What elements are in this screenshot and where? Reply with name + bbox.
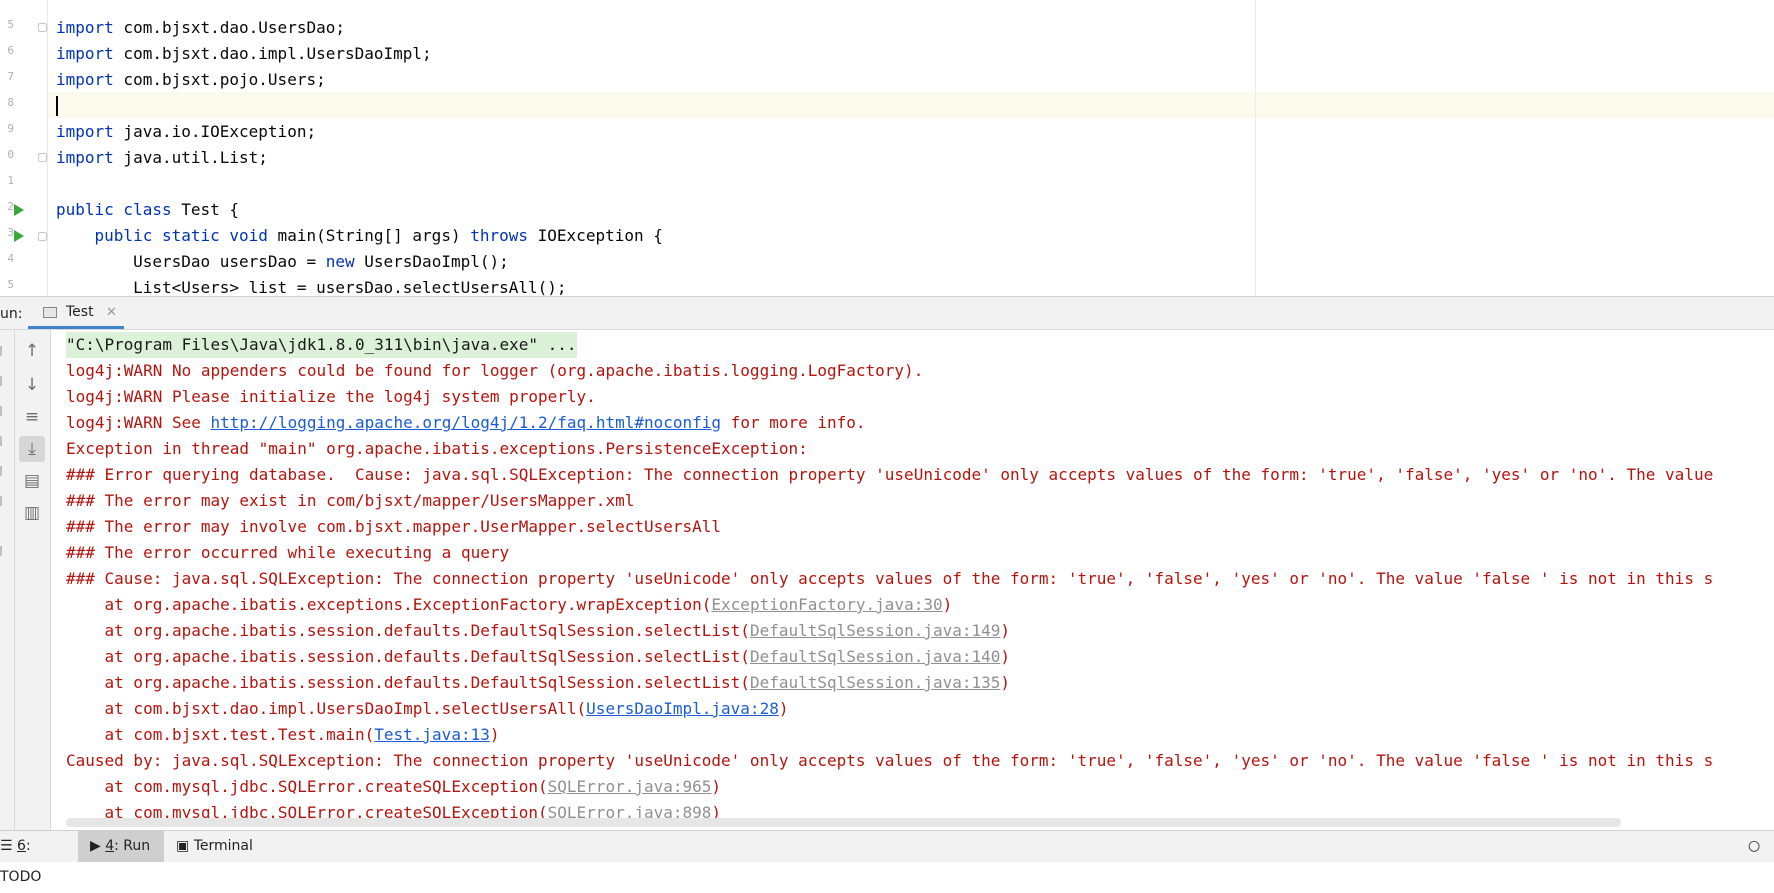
code-line: import com.bjsxt.dao.impl.UsersDaoImpl; <box>56 44 432 63</box>
line-number: 7 <box>7 70 14 83</box>
code-line: import java.util.List; <box>56 148 268 167</box>
fold-icon[interactable] <box>38 23 47 32</box>
console-line: log4j:WARN No appenders could be found f… <box>66 361 924 380</box>
run-tool-button[interactable]: ▶ 4: Run <box>78 831 164 862</box>
console-line: ### The error occurred while executing a… <box>66 543 510 562</box>
console-line: ### Error querying database. Cause: java… <box>66 465 1714 484</box>
console-tab-icon <box>43 307 57 318</box>
code-editor[interactable]: 5 6 7 8 9 0 1 2 3 4 5 import com.bjsxt.d… <box>0 0 1774 296</box>
stack-trace-line: at org.apache.ibatis.exceptions.Exceptio… <box>66 595 953 614</box>
code-line: public class Test { <box>56 200 240 219</box>
todo-tool-button[interactable]: ☰ 6: TODO <box>0 831 74 885</box>
line-number: 5 <box>7 278 14 291</box>
console-command-line: "C:\Program Files\Java\jdk1.8.0_311\bin\… <box>66 332 577 358</box>
source-link[interactable]: DefaultSqlSession.java:149 <box>750 621 1000 640</box>
editor-gutter: 5 6 7 8 9 0 1 2 3 4 5 <box>0 0 48 296</box>
run-gutter-icon[interactable] <box>14 230 24 242</box>
run-panel-header: un: Test ✕ <box>0 296 1774 330</box>
strip-marker <box>0 436 10 446</box>
console-line: log4j:WARN Please initialize the log4j s… <box>66 387 596 406</box>
source-link[interactable]: UsersDaoImpl.java:28 <box>586 699 779 718</box>
terminal-icon: ▣ <box>176 838 194 854</box>
console-output[interactable]: "C:\Program Files\Java\jdk1.8.0_311\bin\… <box>51 330 1774 830</box>
terminal-tool-button[interactable]: ▣ Terminal <box>176 831 286 862</box>
text-caret <box>56 96 58 116</box>
code-line: public static void main(String[] args) t… <box>94 226 663 245</box>
console-line: ### The error may exist in com/bjsxt/map… <box>66 491 635 510</box>
up-arrow-icon[interactable]: ↑ <box>19 338 45 364</box>
strip-marker <box>0 376 10 386</box>
left-tool-strip <box>0 330 15 830</box>
stack-trace-line: at org.apache.ibatis.session.defaults.De… <box>66 647 1011 666</box>
print-icon[interactable]: ▤ <box>19 468 45 494</box>
code-line: import com.bjsxt.pojo.Users; <box>56 70 326 89</box>
strip-marker <box>0 406 10 416</box>
code-line: import com.bjsxt.dao.UsersDao; <box>56 18 345 37</box>
play-icon: ▶ <box>90 838 106 854</box>
line-number: 0 <box>7 148 14 161</box>
source-link[interactable]: ExceptionFactory.java:30 <box>711 595 942 614</box>
horizontal-scrollbar[interactable] <box>66 818 1621 827</box>
tab-label: Test <box>66 304 94 320</box>
stack-trace-line: at com.bjsxt.test.Test.main(Test.java:13… <box>66 725 500 744</box>
line-number: 9 <box>7 122 14 135</box>
stack-trace-line: at org.apache.ibatis.session.defaults.De… <box>66 673 1011 692</box>
fold-icon[interactable] <box>38 153 47 162</box>
stack-trace-line: at com.bjsxt.dao.impl.UsersDaoImpl.selec… <box>66 699 789 718</box>
console-line: ### The error may involve com.bjsxt.mapp… <box>66 517 722 536</box>
tab-test[interactable]: Test ✕ <box>28 297 124 329</box>
current-line-highlight <box>48 92 1774 118</box>
source-link[interactable]: DefaultSqlSession.java:140 <box>750 647 1000 666</box>
line-number: 1 <box>7 174 14 187</box>
fold-icon[interactable] <box>38 232 47 241</box>
console-line: Exception in thread "main" org.apache.ib… <box>66 439 818 458</box>
tool-window-bar: ☰ 6: TODO ▶ 4: Run ▣ Terminal ○ <box>0 830 1774 885</box>
close-icon[interactable]: ✕ <box>106 297 117 328</box>
scroll-to-end-icon[interactable]: ⤓ <box>19 436 45 462</box>
code-line: List<Users> list = usersDao.selectUsersA… <box>56 278 567 296</box>
run-panel-label: un: <box>0 306 23 322</box>
line-number: 8 <box>7 96 14 109</box>
console-line: log4j:WARN See http://logging.apache.org… <box>66 413 866 432</box>
trash-icon[interactable]: ▥ <box>19 500 45 526</box>
docs-link[interactable]: http://logging.apache.org/log4j/1.2/faq.… <box>211 413 722 432</box>
down-arrow-icon[interactable]: ↓ <box>19 372 45 398</box>
code-line: UsersDao usersDao = new UsersDaoImpl(); <box>56 252 509 271</box>
strip-marker <box>0 346 10 356</box>
line-number: 3 <box>7 226 14 239</box>
strip-marker <box>0 466 10 476</box>
run-gutter-icon[interactable] <box>14 204 24 216</box>
soft-wrap-icon[interactable]: ≡ <box>19 404 45 430</box>
source-link[interactable]: Test.java:13 <box>374 725 490 744</box>
strip-marker <box>0 496 10 506</box>
stack-trace-line: at com.mysql.jdbc.SQLError.createSQLExce… <box>66 777 722 796</box>
code-line: import java.io.IOException; <box>56 122 317 141</box>
line-number: 6 <box>7 44 14 57</box>
run-toolbar: ↑ ↓ ≡ ⤓ ▤ ▥ <box>15 330 51 830</box>
console-line: Caused by: java.sql.SQLException: The co… <box>66 751 1714 770</box>
right-margin-guide <box>1255 0 1256 296</box>
line-number: 2 <box>7 200 14 213</box>
line-number: 5 <box>7 18 14 31</box>
source-link[interactable]: DefaultSqlSession.java:135 <box>750 673 1000 692</box>
console-line: ### Cause: java.sql.SQLException: The co… <box>66 569 1714 588</box>
stack-trace-line: at org.apache.ibatis.session.defaults.De… <box>66 621 1011 640</box>
source-link[interactable]: SQLError.java:965 <box>548 777 712 796</box>
strip-marker <box>0 546 10 556</box>
line-number: 4 <box>7 252 14 265</box>
list-icon: ☰ <box>0 838 18 854</box>
search-icon[interactable]: ○ <box>1748 831 1768 862</box>
